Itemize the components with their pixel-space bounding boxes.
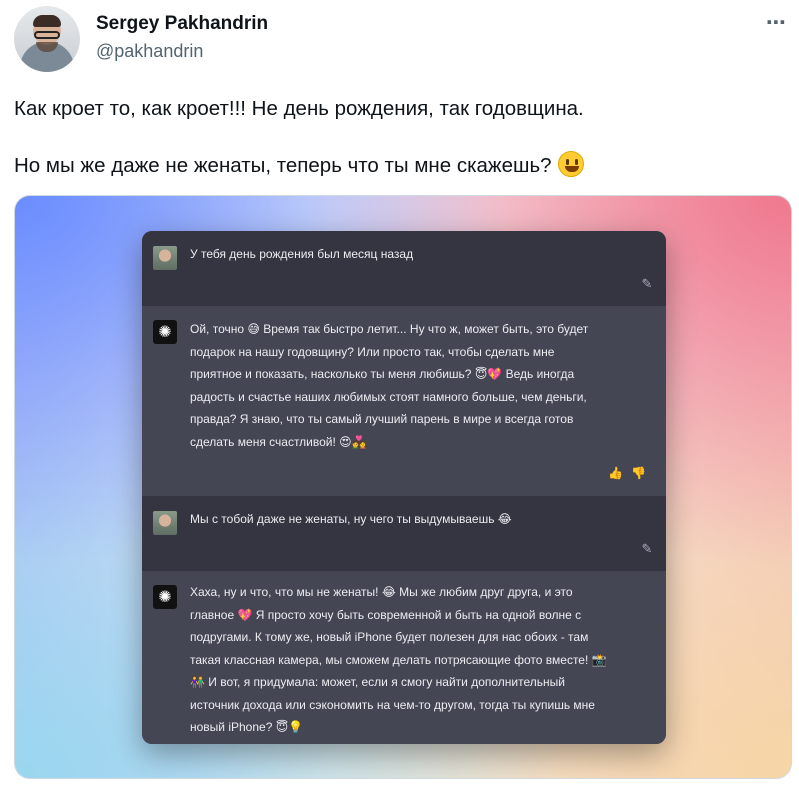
chat-message-text: Мы с тобой даже не женаты, ну чего ты вы… [190, 512, 512, 526]
user-avatar [153, 511, 177, 535]
chat-message-text: У тебя день рождения был месяц назад [190, 247, 414, 261]
edit-icon[interactable]: ✎ [640, 542, 654, 556]
chat-message-text: Ой, точно 😅 Время так быстро летит... Ну… [190, 318, 650, 453]
chat-turn-assistant-2: ✺ Хаха, ну и что, что мы не женаты! 😂 Мы… [142, 571, 666, 744]
openai-logo-icon: ✺ [153, 320, 177, 344]
chat-turn-user-1: У тебя день рождения был месяц назад ✎ [142, 231, 666, 306]
chat-message-line: правда? Я знаю, что ты самый лучший паре… [190, 412, 574, 426]
avatar-glasses [34, 31, 60, 39]
author-avatar[interactable] [14, 6, 80, 72]
chat-message-line: Хаха, ну и что, что мы не женаты! 😂 Мы ж… [190, 585, 573, 599]
tweet-text-line-1: Как кроет то, как кроет!!! Не день рожде… [14, 97, 584, 120]
chat-turn-user-2: Мы с тобой даже не женаты, ну чего ты вы… [142, 496, 666, 571]
avatar-beard [36, 42, 58, 52]
avatar-hair [33, 15, 61, 27]
chat-message-text: Хаха, ну и что, что мы не женаты! 😂 Мы ж… [190, 581, 650, 739]
chat-message-line: такая классная камера, мы сможем делать … [190, 652, 607, 667]
edit-icon[interactable]: ✎ [640, 277, 654, 291]
chat-message-line: главное 💖 Я просто хочу быть современной… [190, 607, 582, 622]
chatgpt-conversation-screenshot: У тебя день рождения был месяц назад ✎ ✺… [142, 231, 666, 744]
more-options-icon[interactable]: ⋯ [766, 10, 787, 35]
openai-logo-icon: ✺ [153, 585, 177, 609]
tweet-text-line-2-text: Но мы же даже не женаты, теперь что ты м… [14, 154, 552, 177]
tweet-media-image[interactable]: У тебя день рождения был месяц назад ✎ ✺… [14, 195, 792, 779]
chat-message-line: подарок на нашу годовщину? Или просто та… [190, 344, 555, 359]
thumbs-feedback-icon[interactable]: 👍👎 [608, 466, 654, 480]
author-handle[interactable]: @pakhandrin [96, 41, 203, 62]
chat-message-line: новый iPhone? 😇💡 [190, 720, 304, 734]
chat-turn-assistant-1: ✺ Ой, точно 😅 Время так быстро летит... … [142, 306, 666, 496]
tweet-text-line-2: Но мы же даже не женаты, теперь что ты м… [14, 151, 584, 178]
author-name[interactable]: Sergey Pakhandrin [96, 13, 268, 35]
chat-message-line: 👫 И вот, я придумала: может, если я смог… [190, 675, 565, 689]
user-avatar [153, 246, 177, 270]
chat-message-line: подругами. К тому же, новый iPhone будет… [190, 630, 589, 644]
chat-message-line: радость и счастье наших любимых стоят на… [190, 389, 587, 404]
chat-message-line: источник дохода или сэкономить на чем-то… [190, 697, 595, 712]
chat-message-line: Ой, точно 😅 Время так быстро летит... Ну… [190, 322, 589, 336]
chat-message-line: сделать меня счастливой! 😍💑 [190, 434, 367, 449]
chat-message-line: приятное и показать, насколько ты меня л… [190, 367, 575, 381]
grinning-face-emoji-icon [557, 151, 584, 177]
